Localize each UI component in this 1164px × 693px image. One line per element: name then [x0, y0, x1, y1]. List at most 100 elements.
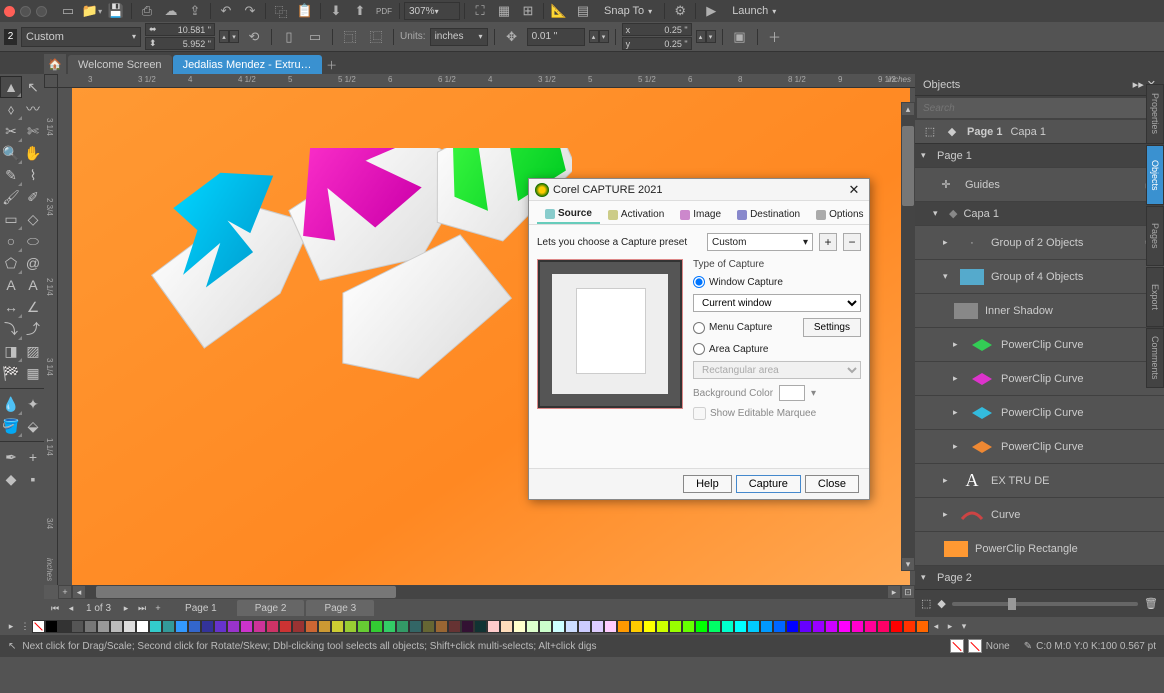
- swatch[interactable]: [747, 620, 760, 633]
- text-tool[interactable]: A: [0, 274, 22, 296]
- swatch[interactable]: [435, 620, 448, 633]
- new-doc-button[interactable]: ▭: [57, 0, 79, 22]
- vertical-scrollbar[interactable]: ▴ ▾: [901, 102, 915, 571]
- add-button[interactable]: ＋: [764, 26, 786, 48]
- transparency-tool[interactable]: 🏁: [0, 362, 22, 384]
- current-window-select[interactable]: Current window: [693, 294, 861, 312]
- objects-capa1[interactable]: ▾◆Capa 1: [915, 202, 1164, 226]
- dock-tab-pages[interactable]: Pages: [1146, 206, 1164, 266]
- swatch[interactable]: [331, 620, 344, 633]
- ruler-corner[interactable]: [44, 74, 58, 88]
- navigator-button[interactable]: ⊡: [901, 585, 915, 599]
- ellipse-tool[interactable]: ○: [0, 230, 22, 252]
- swatch[interactable]: [305, 620, 318, 633]
- parallel-dim-tool[interactable]: ↔: [0, 296, 22, 318]
- copy-button[interactable]: ⿻: [270, 0, 292, 22]
- connector-tool[interactable]: ⤵: [0, 318, 22, 340]
- artistic-media-tool[interactable]: 🖌: [0, 186, 22, 208]
- 3point-rect-tool[interactable]: ◇: [22, 208, 44, 230]
- swatch[interactable]: [71, 620, 84, 633]
- angular-dim-tool[interactable]: ∠: [22, 296, 44, 318]
- units-combo[interactable]: inches▾: [430, 28, 488, 46]
- liveSketch-tool[interactable]: ✐: [22, 186, 44, 208]
- dialog-tab-source[interactable]: Source: [537, 205, 600, 224]
- dialog-tab-options[interactable]: Options: [808, 205, 871, 224]
- open-button[interactable]: 📁▾: [81, 0, 103, 22]
- new-layer-icon[interactable]: ◆: [937, 597, 945, 610]
- swatch[interactable]: [877, 620, 890, 633]
- swatch[interactable]: [786, 620, 799, 633]
- bezier-tool[interactable]: ⌇: [22, 164, 44, 186]
- freehand-pick-tool[interactable]: ↖: [22, 76, 44, 98]
- swatch[interactable]: [825, 620, 838, 633]
- swatch[interactable]: [136, 620, 149, 633]
- page-tab-3[interactable]: Page 3: [306, 600, 374, 616]
- swatch[interactable]: [513, 620, 526, 633]
- palette-scroll-left[interactable]: ◂: [929, 619, 943, 633]
- dialog-close-button[interactable]: ✕: [845, 181, 863, 199]
- swatch[interactable]: [110, 620, 123, 633]
- zoom-combo[interactable]: 307%▾: [404, 2, 460, 20]
- swatch[interactable]: [903, 620, 916, 633]
- interactive-fill-tool[interactable]: ▪: [22, 468, 44, 490]
- launch-icon[interactable]: ▶: [700, 0, 722, 22]
- objects-powerclip-rect[interactable]: PowerClip Rectangle: [915, 532, 1164, 566]
- panel-collapse-button[interactable]: ▸▸: [1133, 79, 1144, 91]
- lock-aspect-icon[interactable]: ⟲: [243, 26, 265, 48]
- preset-add-button[interactable]: +: [819, 233, 837, 251]
- zoom-tool[interactable]: 🔍: [0, 142, 22, 164]
- swatch[interactable]: [162, 620, 175, 633]
- menu-capture-radio[interactable]: Menu Capture: [693, 322, 772, 334]
- palette-menu-button[interactable]: ⋮: [18, 619, 32, 633]
- spin-up[interactable]: ▴: [219, 30, 229, 43]
- palette-expand-all[interactable]: ▾: [957, 619, 971, 633]
- smart-fill-tool[interactable]: ◆: [0, 468, 22, 490]
- swatch[interactable]: [201, 620, 214, 633]
- rulers-button[interactable]: 📐: [548, 0, 570, 22]
- guides-button[interactable]: ▤: [572, 0, 594, 22]
- swatch[interactable]: [58, 620, 71, 633]
- knife-tool[interactable]: ✄: [22, 120, 44, 142]
- dup-y-input[interactable]: y0.25 ": [622, 37, 692, 50]
- swatch[interactable]: [292, 620, 305, 633]
- swatch[interactable]: [682, 620, 695, 633]
- objects-curve[interactable]: ▸Curve: [915, 498, 1164, 532]
- export-button[interactable]: ⇪: [184, 0, 206, 22]
- swatch[interactable]: [448, 620, 461, 633]
- edit-anchor-tool[interactable]: ⤴: [22, 318, 44, 340]
- swatch[interactable]: [422, 620, 435, 633]
- objects-powerclip-1[interactable]: ▸PowerClip Curve: [915, 328, 1164, 362]
- rectangle-tool[interactable]: ▭: [0, 208, 22, 230]
- fill-indicator[interactable]: [950, 639, 964, 653]
- export2-button[interactable]: ⬆: [349, 0, 371, 22]
- swatch[interactable]: [630, 620, 643, 633]
- swatch[interactable]: [539, 620, 552, 633]
- swatch[interactable]: [84, 620, 97, 633]
- page-preset-combo[interactable]: Custom▾: [21, 27, 141, 47]
- objects-guides[interactable]: ✛Guides🖨: [915, 168, 1164, 202]
- outline-indicator[interactable]: [968, 639, 982, 653]
- area-capture-radio[interactable]: Area Capture: [693, 343, 861, 355]
- redo-button[interactable]: ↷: [239, 0, 261, 22]
- swatch[interactable]: [214, 620, 227, 633]
- dialog-tab-image[interactable]: Image: [672, 205, 729, 224]
- swatch[interactable]: [604, 620, 617, 633]
- next-page-button[interactable]: ▸: [119, 601, 133, 615]
- swatch[interactable]: [812, 620, 825, 633]
- swatch[interactable]: [474, 620, 487, 633]
- preset-combo[interactable]: Custom▾: [707, 233, 813, 251]
- paste-button[interactable]: 📋: [294, 0, 316, 22]
- window-minimize-mac[interactable]: [20, 6, 31, 17]
- save-button[interactable]: 💾: [105, 0, 127, 22]
- swatch[interactable]: [279, 620, 292, 633]
- swatch[interactable]: [890, 620, 903, 633]
- pick-tool[interactable]: ▲: [0, 76, 22, 98]
- snap-to-button[interactable]: Snap To▾: [596, 2, 660, 20]
- dialog-tab-activation[interactable]: Activation: [600, 205, 672, 224]
- preview-button[interactable]: ▦: [493, 0, 515, 22]
- first-page-button[interactable]: ⏮: [48, 601, 62, 615]
- eyedropper-tool[interactable]: 💧: [0, 393, 22, 415]
- window-capture-radio[interactable]: Window Capture: [693, 276, 861, 288]
- settings-button[interactable]: Settings: [803, 318, 861, 337]
- swatch[interactable]: [916, 620, 929, 633]
